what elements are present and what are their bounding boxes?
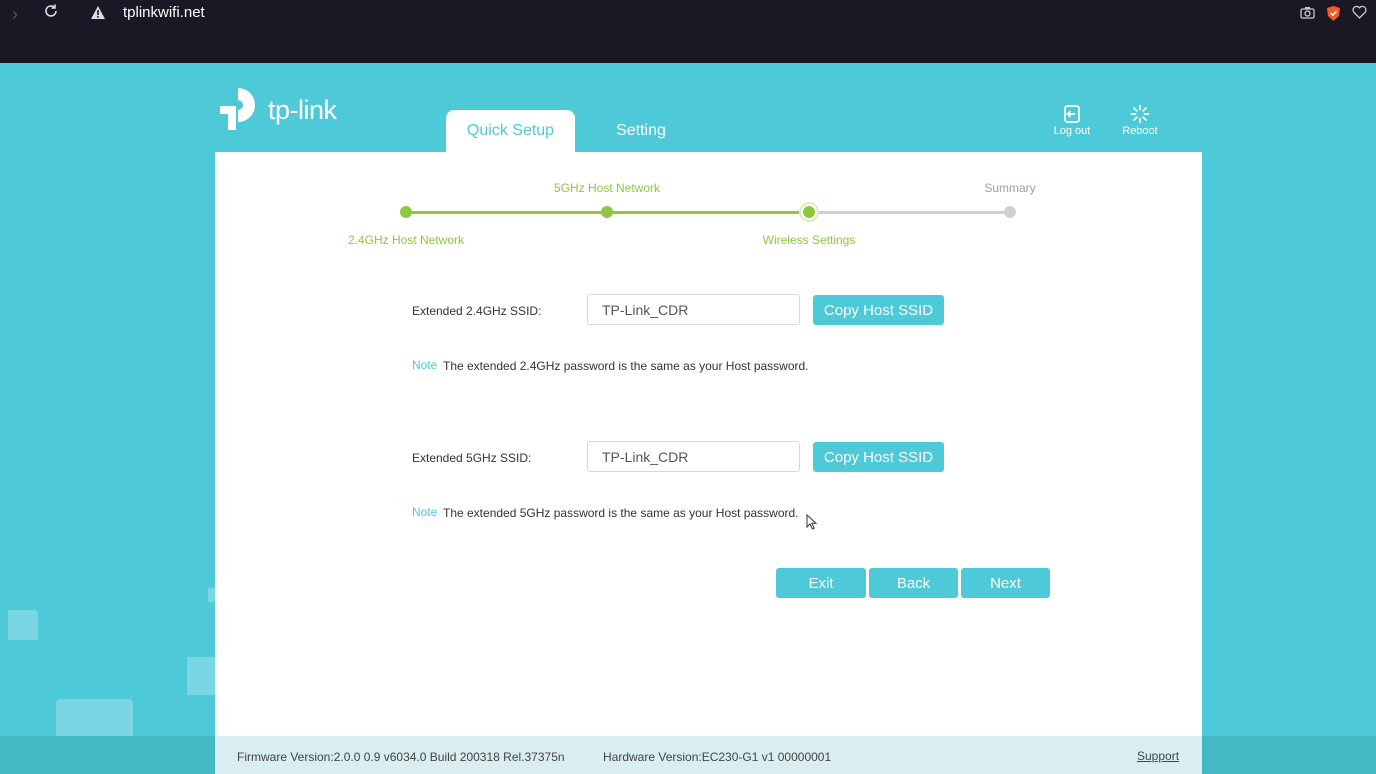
- step-label-summary: Summary: [984, 181, 1036, 195]
- step-dot-wireless-inner: [803, 206, 815, 218]
- logo-text: tp-link: [268, 95, 337, 125]
- reload-icon[interactable]: [43, 3, 59, 24]
- reboot-button[interactable]: Reboot: [1110, 104, 1170, 137]
- logout-icon: [1064, 105, 1080, 123]
- ssid-24ghz-label: Extended 2.4GHz SSID:: [412, 304, 542, 318]
- camera-icon[interactable]: [1300, 6, 1315, 24]
- heart-icon[interactable]: [1352, 5, 1367, 24]
- copy-host-ssid-5ghz-button[interactable]: Copy Host SSID: [813, 442, 944, 472]
- ssid-24ghz-input[interactable]: [587, 294, 800, 325]
- hardware-version: Hardware Version:EC230-G1 v1 00000001: [603, 750, 832, 764]
- copy-host-ssid-24ghz-button[interactable]: Copy Host SSID: [813, 295, 944, 325]
- note-5ghz-text: The extended 5GHz password is the same a…: [443, 506, 799, 520]
- note-24ghz-keyword: Note: [412, 358, 438, 372]
- forward-icon[interactable]: ›: [12, 4, 18, 25]
- ssid-5ghz-input[interactable]: [587, 441, 800, 472]
- exit-button[interactable]: Exit: [776, 568, 866, 598]
- step-label-5ghz: 5GHz Host Network: [553, 181, 661, 195]
- background-decoration: [208, 588, 215, 602]
- footer-left-margin: [0, 736, 215, 774]
- background-decoration: [56, 699, 133, 736]
- brave-shield-icon[interactable]: [1326, 5, 1341, 27]
- browser-toolbar: › tplinkwifi.net: [0, 0, 1376, 63]
- mouse-cursor-icon: [806, 513, 818, 535]
- logout-button[interactable]: Log out: [1042, 104, 1102, 137]
- firmware-version: Firmware Version:2.0.0 0.9 v6034.0 Build…: [237, 750, 565, 764]
- step-dot-summary: [1004, 206, 1016, 218]
- tab-setting[interactable]: Setting: [600, 110, 682, 152]
- next-button[interactable]: Next: [961, 568, 1050, 598]
- logout-label: Log out: [1053, 125, 1091, 137]
- step-dot-5ghz: [601, 206, 613, 218]
- step-label-24ghz: 2.4GHz Host Network: [347, 233, 465, 247]
- footer-right-margin: [1202, 736, 1376, 774]
- step-label-wireless: Wireless Settings: [762, 233, 856, 247]
- support-link[interactable]: Support: [1137, 749, 1179, 763]
- reboot-label: Reboot: [1122, 125, 1158, 137]
- warning-icon[interactable]: [90, 5, 106, 25]
- note-24ghz-text: The extended 2.4GHz password is the same…: [443, 359, 809, 373]
- background-decoration: [8, 610, 38, 640]
- note-5ghz-keyword: Note: [412, 505, 438, 519]
- ssid-5ghz-label: Extended 5GHz SSID:: [412, 451, 532, 465]
- progress-line-pending: [809, 211, 1010, 214]
- tab-quick-setup[interactable]: Quick Setup: [446, 110, 575, 152]
- reboot-icon: [1130, 104, 1150, 124]
- back-button[interactable]: Back: [869, 568, 958, 598]
- background-decoration: [187, 657, 215, 695]
- address-bar-url[interactable]: tplinkwifi.net: [123, 4, 205, 21]
- step-dot-24ghz: [400, 206, 412, 218]
